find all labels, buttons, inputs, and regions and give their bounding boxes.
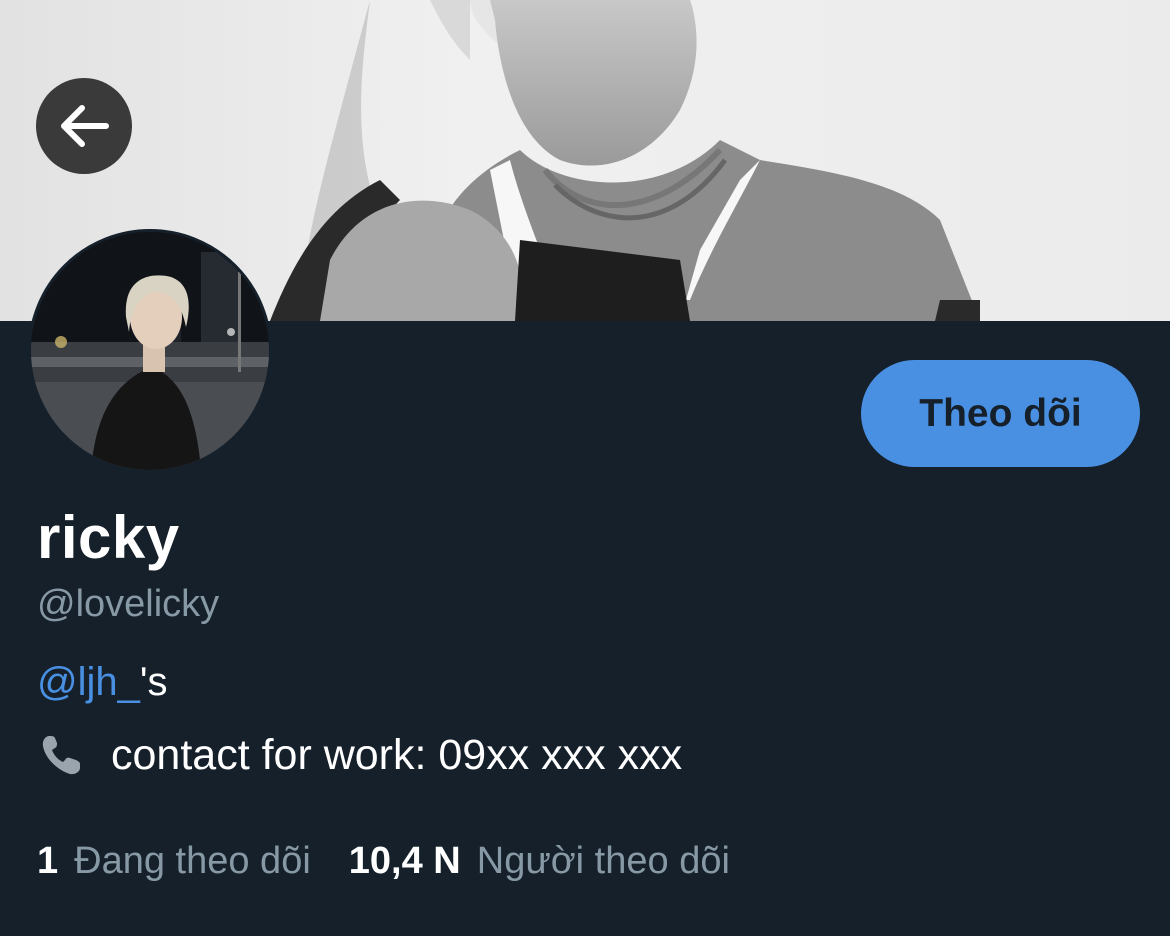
bio-mention-link[interactable]: @ljh_: [37, 660, 140, 704]
display-name: ricky: [37, 504, 180, 571]
bio-line: @ljh_'s: [37, 660, 168, 705]
followers-count: 10,4 N: [348, 840, 461, 882]
back-button[interactable]: [36, 78, 132, 174]
arrow-left-icon: [61, 105, 109, 147]
following-count: 1: [37, 840, 59, 882]
username-handle: @lovelicky: [37, 583, 220, 625]
follow-button[interactable]: Theo dõi: [861, 360, 1140, 467]
following-stat[interactable]: 1 Đang theo dõi: [37, 840, 311, 883]
followers-label: Người theo dõi: [476, 840, 730, 882]
phone-icon: [42, 736, 80, 775]
contact-text: contact for work: 09xx xxx xxx: [111, 730, 683, 779]
profile-stats: 1 Đang theo dõi 10,4 N Người theo dõi: [37, 840, 730, 883]
avatar[interactable]: [28, 229, 272, 473]
followers-stat[interactable]: 10,4 N Người theo dõi: [349, 840, 730, 883]
avatar-photo: [31, 232, 269, 470]
bio-contact-line: contact for work: 09xx xxx xxx: [37, 730, 682, 780]
bio-suffix: 's: [139, 660, 168, 704]
following-label: Đang theo dõi: [74, 840, 311, 882]
